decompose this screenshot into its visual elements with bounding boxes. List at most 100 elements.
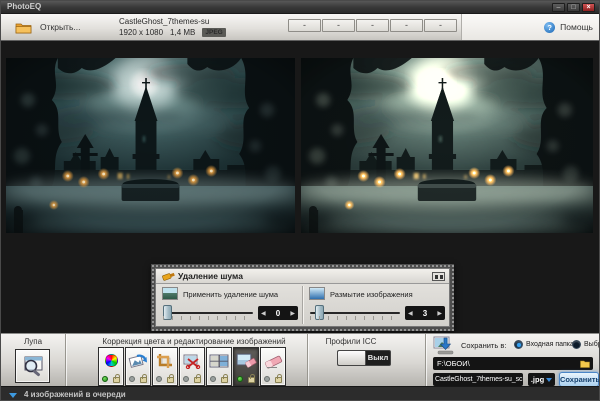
preview-before[interactable] <box>6 58 295 233</box>
lock-icon[interactable] <box>140 374 147 383</box>
blur-slider-label: Размытие изображения <box>330 290 413 299</box>
file-dimensions: 1920 x 1080 <box>119 28 164 37</box>
file-size: 1,4 MB <box>170 28 196 37</box>
blur-slider-track[interactable] <box>310 305 400 320</box>
icc-label: Профили ICC <box>325 337 377 346</box>
blur-thumbnail-icon <box>309 287 325 300</box>
preset-button-2[interactable]: - <box>322 19 355 32</box>
increment-arrow-icon[interactable]: ▶ <box>437 310 442 317</box>
noise-value-spinner: ◀ 0 ▶ <box>258 306 298 320</box>
enabled-indicator <box>183 375 189 382</box>
enabled-indicator <box>237 375 243 382</box>
bottom-toolbar: Лупа Коррекция цвета и редактирование из… <box>1 333 599 387</box>
magnifier-button[interactable] <box>15 349 50 383</box>
preset-buttons: - - - - - <box>288 19 457 32</box>
panel-collapse-icon[interactable] <box>432 272 445 281</box>
crop-icon <box>157 353 172 368</box>
lock-icon[interactable] <box>194 374 201 383</box>
save-image-icon <box>433 336 454 355</box>
lock-icon[interactable] <box>113 374 120 383</box>
format-dropdown[interactable]: .jpg <box>528 373 555 386</box>
save-path-value: F:\ОБОИ\ <box>437 359 470 368</box>
open-folder-icon <box>15 23 32 33</box>
titlebar[interactable]: PhotoEQ – □ × <box>1 1 599 14</box>
blur-value-spinner: ◀ 3 ▶ <box>405 306 445 320</box>
scissors-image-icon <box>183 354 201 369</box>
decrement-arrow-icon[interactable]: ◀ <box>408 310 413 317</box>
radio-choose-label[interactable]: Выбрать <box>584 341 599 348</box>
lock-icon[interactable] <box>167 374 174 383</box>
file-name: CastleGhost_7themes-su <box>119 17 210 26</box>
close-button[interactable]: × <box>582 3 595 12</box>
magnifier-label: Лупа <box>23 337 43 346</box>
tool-rotate-button[interactable] <box>125 347 151 386</box>
tool-eraser-button[interactable] <box>260 347 286 386</box>
top-toolbar: Открыть... CastleGhost_7themes-su 1920 x… <box>1 14 599 41</box>
chevron-down-icon <box>546 377 553 382</box>
decrement-arrow-icon[interactable]: ◀ <box>261 310 266 317</box>
tool-split-view-button[interactable] <box>206 347 232 386</box>
browse-folder-icon[interactable] <box>580 359 590 368</box>
app-title: PhotoEQ <box>7 2 42 11</box>
preset-button-4[interactable]: - <box>390 19 423 32</box>
help-button[interactable]: ? Помощь <box>461 14 599 40</box>
radio-input-folder-label[interactable]: Входная папка <box>526 341 574 348</box>
noise-slider-label: Применить удаление шума <box>183 290 279 299</box>
status-bar: 4 изображений в очереди <box>1 386 599 400</box>
enabled-indicator <box>264 375 270 382</box>
rotate-image-icon <box>128 354 147 368</box>
maximize-button[interactable]: □ <box>567 3 580 12</box>
tool-crop-button[interactable] <box>152 347 178 386</box>
castle-scene <box>301 58 593 233</box>
noise-slider-track[interactable] <box>163 305 253 320</box>
tool-color-correction-button[interactable] <box>98 347 124 386</box>
enabled-indicator <box>156 375 162 382</box>
save-to-label: Сохранить в: <box>461 341 507 350</box>
radio-input-folder[interactable] <box>514 340 523 349</box>
tool-noise-removal-button[interactable] <box>233 347 259 386</box>
noise-removal-panel[interactable]: Удаление шума Применить удаление шума ◀ … <box>151 264 454 331</box>
tools-row <box>98 347 286 386</box>
radio-choose[interactable] <box>572 340 581 349</box>
preset-button-3[interactable]: - <box>356 19 389 32</box>
preset-button-5[interactable]: - <box>424 19 457 32</box>
noise-removal-icon <box>236 353 257 368</box>
icc-toggle[interactable]: Выкл <box>337 350 391 366</box>
format-value: .jpg <box>530 375 545 384</box>
preview-after[interactable] <box>301 58 593 233</box>
open-button[interactable]: Открыть... <box>9 16 80 38</box>
queue-status: 4 изображений в очереди <box>24 390 126 399</box>
tool-cut-button[interactable] <box>179 347 205 386</box>
queue-expand-icon[interactable] <box>9 393 17 398</box>
color-wheel-icon <box>104 354 118 367</box>
split-view-icon <box>209 354 229 367</box>
filename-field[interactable]: CastleGhost_7themes-su_sc <box>433 373 523 386</box>
enabled-indicator <box>102 375 108 382</box>
blur-value: 3 <box>422 308 428 318</box>
save-path-field[interactable]: F:\ОБОИ\ <box>433 357 593 370</box>
window-controls: – □ × <box>552 3 595 12</box>
enabled-indicator <box>210 375 216 382</box>
file-info: CastleGhost_7themes-su 1920 x 1080 1,4 M… <box>119 17 226 37</box>
increment-arrow-icon[interactable]: ▶ <box>290 310 295 317</box>
blur-slider-group: Размытие изображения ◀ 3 ▶ <box>303 284 449 326</box>
lock-icon[interactable] <box>221 374 228 383</box>
icc-state: Выкл <box>367 353 389 362</box>
photoeq-window: PhotoEQ – □ × Открыть... CastleGhost_7th… <box>0 0 600 401</box>
minimize-button[interactable]: – <box>552 3 565 12</box>
filename-value: CastleGhost_7themes-su_sc <box>435 376 523 383</box>
lock-icon[interactable] <box>248 374 255 383</box>
preset-button-1[interactable]: - <box>288 19 321 32</box>
castle-scene <box>6 58 295 233</box>
help-label: Помощь <box>560 22 593 32</box>
noise-value: 0 <box>275 308 281 318</box>
noise-slider-group: Применить удаление шума ◀ 0 ▶ <box>156 284 302 326</box>
panel-header[interactable]: Удаление шума <box>156 269 449 284</box>
file-format-badge: JPEG <box>202 28 226 37</box>
lock-icon[interactable] <box>275 374 282 383</box>
tools-section-label: Коррекция цвета и редактирование изображ… <box>102 337 286 346</box>
save-button[interactable]: Сохранить <box>559 372 599 387</box>
open-label: Открыть... <box>40 22 81 32</box>
icc-toggle-knob <box>338 351 366 365</box>
enabled-indicator <box>129 375 135 382</box>
